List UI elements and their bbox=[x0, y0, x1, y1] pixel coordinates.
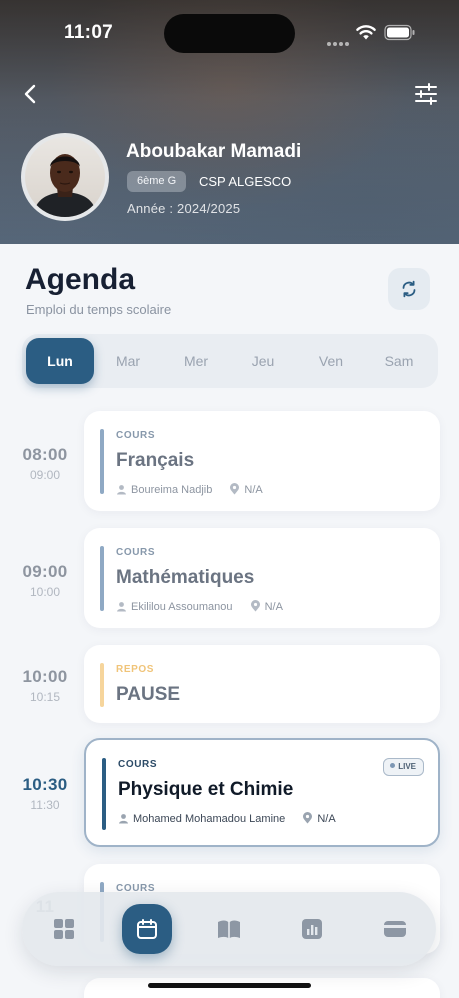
location-pin-icon bbox=[250, 600, 260, 612]
card-teacher: Mohamed Mohamadou Lamine bbox=[133, 813, 286, 825]
card-teacher: Boureima Nadjib bbox=[131, 484, 213, 496]
school-year: Année : 2024/2025 bbox=[127, 201, 241, 216]
card-subject: Français bbox=[116, 450, 195, 471]
card-kind: COURS bbox=[118, 759, 158, 770]
person-icon bbox=[119, 814, 128, 824]
schedule-card[interactable]: COURS Français Boureima Nadjib N/A bbox=[84, 411, 440, 511]
slot-time-current: 10:30 11:30 bbox=[10, 775, 80, 812]
card-accent-bar bbox=[100, 429, 104, 494]
calendar-icon bbox=[137, 919, 157, 939]
slot-start: 10:00 bbox=[22, 667, 68, 686]
tab-sam[interactable]: Sam bbox=[365, 338, 433, 384]
profile-header: 11:07 Aboubakar Mamadi 6ème G CSP ALGESC… bbox=[0, 0, 459, 244]
slot-start: 08:00 bbox=[22, 445, 68, 464]
card-teacher: Ekililou Assoumanou bbox=[131, 601, 233, 613]
nav-calendar-button[interactable] bbox=[122, 904, 172, 954]
dynamic-island bbox=[164, 14, 295, 53]
refresh-button[interactable] bbox=[388, 268, 430, 310]
cellular-signal-icon bbox=[327, 33, 351, 51]
live-badge: LIVE bbox=[383, 758, 424, 776]
tab-ven[interactable]: Ven bbox=[297, 338, 365, 384]
card-location: N/A bbox=[244, 484, 263, 496]
location-pin-icon bbox=[303, 812, 313, 824]
tab-jeu[interactable]: Jeu bbox=[229, 338, 297, 384]
chart-icon[interactable] bbox=[299, 916, 325, 942]
card-subject: Mathématiques bbox=[116, 567, 255, 588]
card-meta: Mohamed Mohamadou Lamine N/A bbox=[118, 812, 336, 825]
location-pin-icon bbox=[230, 483, 240, 495]
page-title: Agenda bbox=[25, 263, 136, 296]
wallet-icon[interactable] bbox=[382, 916, 408, 942]
card-accent-bar bbox=[100, 546, 104, 611]
card-location: N/A bbox=[317, 813, 336, 825]
person-icon bbox=[117, 602, 126, 612]
slot-time: 10:00 10:15 bbox=[10, 667, 80, 704]
slot-start: 09:00 bbox=[22, 562, 68, 581]
slot-end: 11:30 bbox=[30, 798, 60, 812]
avatar bbox=[21, 133, 109, 221]
schedule-card[interactable]: COURS Mathématiques Ekililou Assoumanou … bbox=[84, 528, 440, 628]
slot-time: 09:00 10:00 bbox=[10, 562, 80, 599]
filter-settings-button[interactable] bbox=[412, 80, 440, 108]
refresh-icon bbox=[402, 280, 416, 298]
status-time: 11:07 bbox=[64, 22, 114, 43]
tab-mar[interactable]: Mar bbox=[94, 338, 162, 384]
tab-mer[interactable]: Mer bbox=[162, 338, 230, 384]
card-kind: REPOS bbox=[116, 664, 155, 675]
card-meta: Boureima Nadjib N/A bbox=[116, 483, 263, 496]
slot-end: 09:00 bbox=[29, 468, 61, 482]
status-bar: 11:07 bbox=[0, 0, 459, 60]
person-icon bbox=[117, 485, 126, 495]
class-badge: 6ème G bbox=[127, 171, 187, 192]
bottom-nav bbox=[22, 892, 436, 966]
battery-icon bbox=[384, 24, 415, 41]
page-subtitle: Emploi du temps scolaire bbox=[26, 302, 172, 317]
card-kind: COURS bbox=[116, 547, 156, 558]
slot-time: 08:00 09:00 bbox=[10, 445, 80, 482]
live-badge-label: LIVE bbox=[398, 762, 416, 771]
day-tabs: Lun Mar Mer Jeu Ven Sam bbox=[22, 334, 438, 388]
avatar-photo bbox=[25, 137, 105, 217]
schedule-card-live[interactable]: COURS LIVE Physique et Chimie Mohamed Mo… bbox=[84, 738, 440, 847]
grid-icon[interactable] bbox=[51, 916, 77, 942]
slot-end: 10:15 bbox=[29, 690, 61, 704]
card-subject: PAUSE bbox=[116, 684, 181, 705]
book-icon[interactable] bbox=[216, 916, 242, 942]
card-accent-bar bbox=[100, 663, 104, 707]
tab-lun[interactable]: Lun bbox=[26, 338, 94, 384]
slot-start: 10:30 bbox=[22, 775, 68, 794]
home-indicator bbox=[148, 983, 311, 988]
slot-end: 10:00 bbox=[29, 585, 61, 599]
wifi-icon bbox=[356, 25, 376, 40]
card-accent-bar bbox=[102, 758, 106, 830]
student-name: Aboubakar Mamadi bbox=[126, 141, 302, 162]
school-name: CSP ALGESCO bbox=[199, 174, 292, 189]
back-button[interactable] bbox=[18, 80, 44, 108]
card-location: N/A bbox=[264, 601, 283, 613]
card-kind: COURS bbox=[116, 430, 156, 441]
card-meta: Ekililou Assoumanou N/A bbox=[116, 600, 283, 613]
pause-card[interactable]: REPOS PAUSE bbox=[84, 645, 440, 723]
card-subject: Physique et Chimie bbox=[118, 779, 294, 800]
schedule-card[interactable] bbox=[84, 978, 440, 998]
